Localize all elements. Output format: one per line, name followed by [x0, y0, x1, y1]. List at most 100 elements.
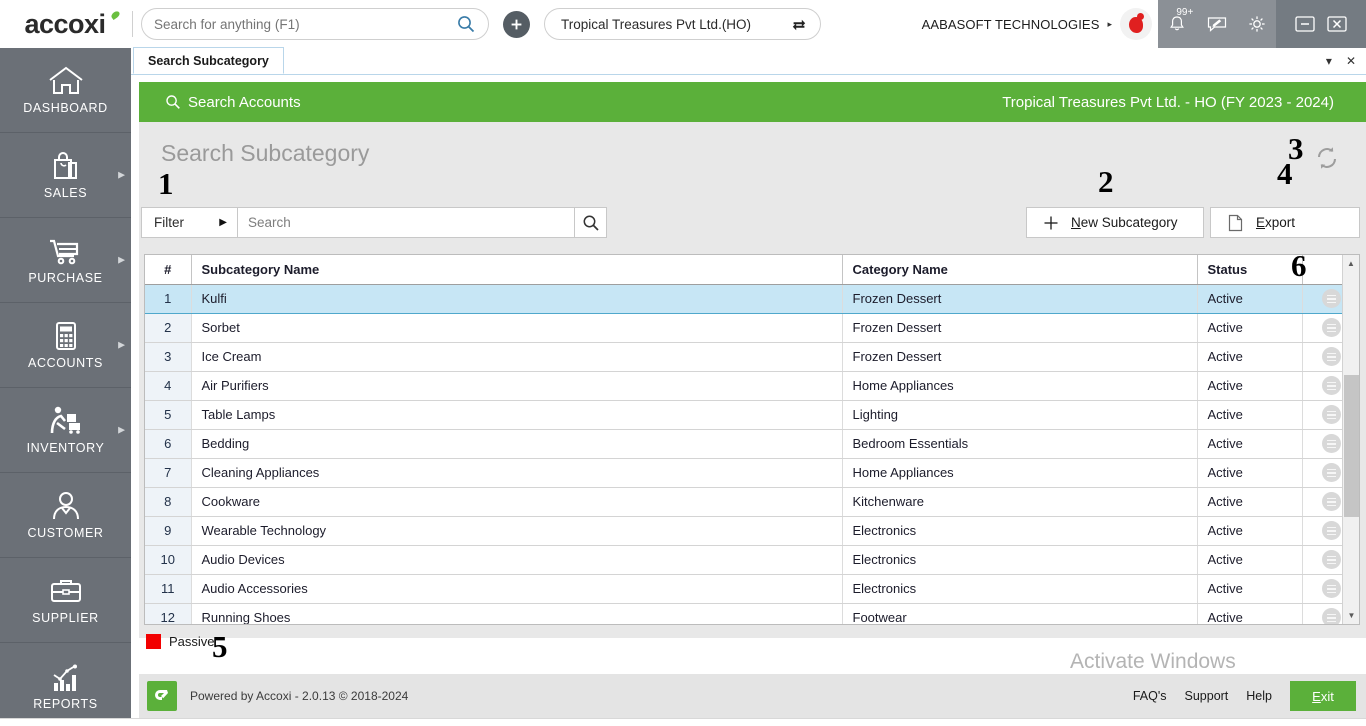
close-tab-icon[interactable]: ✕	[1346, 54, 1356, 68]
row-menu-icon[interactable]	[1321, 550, 1341, 569]
tab-search-subcategory[interactable]: Search Subcategory	[133, 47, 284, 74]
exit-button[interactable]: Exit	[1290, 681, 1356, 711]
row-menu-icon[interactable]	[1321, 318, 1341, 337]
column-header-subcategory[interactable]: Subcategory Name	[191, 255, 843, 285]
table-row[interactable]: 4 Air Purifiers Home Appliances Active	[145, 371, 1342, 401]
table-row[interactable]: 6 Bedding Bedroom Essentials Active	[145, 429, 1342, 459]
refresh-icon[interactable]	[1313, 144, 1341, 172]
app-logo[interactable]: accox i	[0, 0, 130, 48]
filter-search-icon[interactable]	[574, 208, 606, 237]
row-menu-icon[interactable]	[1321, 521, 1341, 540]
cell-index: 9	[145, 516, 192, 546]
subcategory-table: # Subcategory Name Category Name Status …	[145, 255, 1342, 624]
chevron-right-icon[interactable]: ▶	[118, 170, 125, 181]
export-button[interactable]: Export	[1210, 207, 1360, 238]
row-menu-icon[interactable]	[1321, 463, 1341, 482]
avatar[interactable]	[1120, 8, 1152, 40]
cell-index: 4	[145, 371, 192, 401]
cell-actions[interactable]	[1302, 516, 1342, 546]
row-menu-icon[interactable]	[1321, 347, 1341, 366]
row-menu-icon[interactable]	[1321, 434, 1341, 453]
row-menu-icon[interactable]	[1321, 608, 1341, 624]
table-row[interactable]: 8 Cookware Kitchenware Active	[145, 487, 1342, 517]
row-menu-icon[interactable]	[1321, 376, 1341, 395]
cell-actions[interactable]	[1302, 429, 1342, 459]
table-row[interactable]: 5 Table Lamps Lighting Active	[145, 400, 1342, 430]
chevron-right-icon[interactable]: ▶	[118, 340, 125, 351]
gear-icon[interactable]	[1247, 14, 1267, 34]
chevron-right-icon[interactable]: ▶	[219, 217, 227, 228]
cell-actions[interactable]	[1302, 545, 1342, 575]
table-row[interactable]: 1 Kulfi Frozen Dessert Active	[145, 284, 1342, 314]
cell-index: 12	[145, 603, 192, 624]
cell-actions[interactable]	[1302, 400, 1342, 430]
table-row[interactable]: 9 Wearable Technology Electronics Active	[145, 516, 1342, 546]
sidebar-item-inventory[interactable]: INVENTORY ▶	[0, 388, 131, 473]
row-menu-icon[interactable]	[1321, 289, 1341, 308]
column-header-index[interactable]: #	[145, 255, 192, 285]
chevron-right-icon[interactable]: ▸	[1107, 19, 1112, 30]
search-input[interactable]	[154, 16, 456, 32]
table-row[interactable]: 11 Audio Accessories Electronics Active	[145, 574, 1342, 604]
table-row[interactable]: 10 Audio Devices Electronics Active	[145, 545, 1342, 575]
user-name: AABASOFT TECHNOLOGIES	[921, 16, 1100, 32]
sidebar-item-supplier[interactable]: SUPPLIER	[0, 558, 131, 643]
chevron-down-icon[interactable]: ▾	[1326, 54, 1332, 68]
switch-company-icon[interactable]	[791, 16, 808, 33]
cell-actions[interactable]	[1302, 284, 1342, 314]
sidebar-item-sales[interactable]: SALES ▶	[0, 133, 131, 218]
row-menu-icon[interactable]	[1321, 492, 1341, 511]
column-header-category[interactable]: Category Name	[842, 255, 1198, 285]
scroll-down-icon[interactable]: ▼	[1343, 607, 1360, 624]
minimize-icon[interactable]	[1294, 13, 1316, 35]
sidebar-item-dashboard[interactable]: DASHBOARD	[0, 48, 131, 133]
add-new-button[interactable]	[503, 10, 530, 38]
new-subcategory-button[interactable]: New Subcategory	[1026, 207, 1204, 238]
cell-status: Active	[1197, 313, 1303, 343]
filter-search-input[interactable]	[248, 215, 564, 230]
footer-link-faq[interactable]: FAQ's	[1133, 689, 1167, 703]
cell-index: 10	[145, 545, 192, 575]
sidebar-item-reports[interactable]: REPORTS	[0, 643, 131, 726]
export-page-icon	[1227, 214, 1244, 232]
message-edit-icon[interactable]	[1206, 14, 1228, 34]
exit-label-rest: xit	[1320, 688, 1334, 704]
close-icon[interactable]	[1326, 13, 1348, 35]
scrollbar-thumb[interactable]	[1344, 375, 1359, 517]
chevron-right-icon[interactable]: ▶	[118, 255, 125, 266]
bell-icon[interactable]: 99+	[1167, 7, 1193, 34]
sidebar-item-customer[interactable]: CUSTOMER	[0, 473, 131, 558]
footer-link-support[interactable]: Support	[1185, 689, 1229, 703]
column-header-status[interactable]: Status	[1197, 255, 1303, 285]
cell-actions[interactable]	[1302, 371, 1342, 401]
search-icon[interactable]	[456, 14, 476, 34]
filter-search-field[interactable]	[238, 208, 574, 237]
global-search[interactable]	[141, 8, 489, 40]
table-row[interactable]: 7 Cleaning Appliances Home Appliances Activ…	[145, 458, 1342, 488]
cell-actions[interactable]	[1302, 487, 1342, 517]
cell-actions[interactable]	[1302, 603, 1342, 624]
sidebar-item-purchase[interactable]: PURCHASE ▶	[0, 218, 131, 303]
table-row[interactable]: 12 Running Shoes Footwear Active	[145, 603, 1342, 624]
table-row[interactable]: 3 Ice Cream Frozen Dessert Active	[145, 342, 1342, 372]
filter-row: Filter ▶ New Subcategory	[139, 200, 1366, 248]
chevron-right-icon[interactable]: ▶	[118, 425, 125, 436]
cell-actions[interactable]	[1302, 458, 1342, 488]
user-area[interactable]: AABASOFT TECHNOLOGIES ▸	[922, 8, 1158, 40]
footer-links: FAQ's Support Help Exit	[1133, 681, 1366, 711]
company-selector[interactable]: Tropical Treasures Pvt Ltd.(HO)	[544, 8, 821, 40]
cell-status: Active	[1197, 371, 1303, 401]
row-menu-icon[interactable]	[1321, 579, 1341, 598]
scroll-up-icon[interactable]: ▲	[1343, 255, 1359, 272]
sidebar-item-accounts[interactable]: ACCOUNTS ▶	[0, 303, 131, 388]
row-menu-icon[interactable]	[1321, 405, 1341, 424]
cell-actions[interactable]	[1302, 342, 1342, 372]
table-vertical-scrollbar[interactable]: ▲ ▼	[1342, 255, 1359, 624]
module-header-left[interactable]: Search Accounts	[165, 94, 301, 111]
cell-actions[interactable]	[1302, 574, 1342, 604]
table-row[interactable]: 2 Sorbet Frozen Dessert Active	[145, 313, 1342, 343]
footer-link-help[interactable]: Help	[1246, 689, 1272, 703]
bar-chart-icon	[47, 661, 85, 693]
cell-actions[interactable]	[1302, 313, 1342, 343]
filter-button[interactable]: Filter ▶	[142, 208, 238, 237]
